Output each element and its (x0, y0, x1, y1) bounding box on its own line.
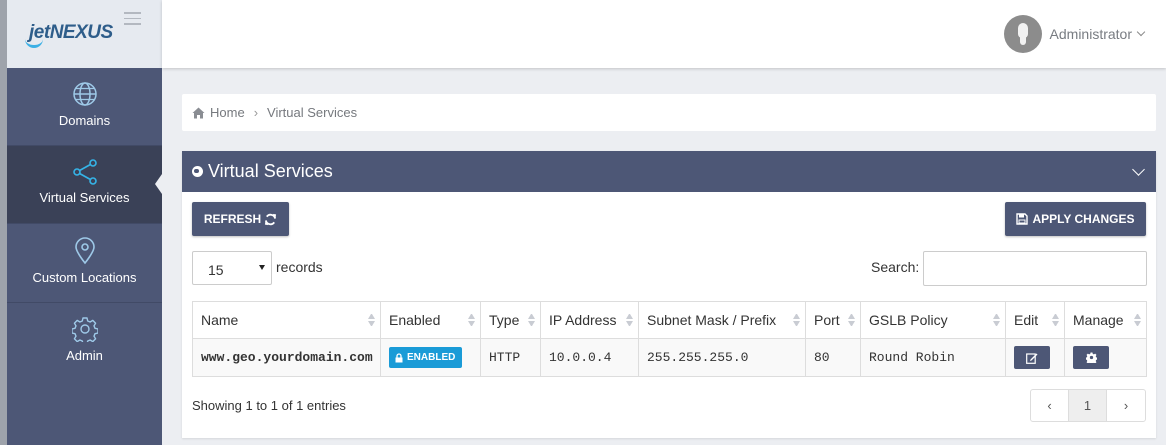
sidebar-item-admin[interactable]: Admin (7, 303, 162, 381)
apply-changes-button[interactable]: APPLY CHANGES (1005, 202, 1146, 236)
pagination-next-button[interactable]: › (1107, 390, 1145, 421)
cell-subnet: 255.255.255.0 (638, 338, 806, 377)
sidebar-item-domains[interactable]: Domains (7, 68, 162, 146)
cell-port: 80 (805, 338, 861, 377)
edit-button[interactable] (1014, 346, 1050, 369)
column-header-manage[interactable]: Manage (1064, 301, 1147, 339)
refresh-label: REFRESH (203, 212, 262, 226)
column-header-subnet[interactable]: Subnet Mask / Prefix (638, 301, 806, 339)
map-pin-icon (74, 237, 95, 265)
top-header: Administrator (162, 0, 1166, 68)
pagination-prev-button[interactable]: ‹ (1031, 390, 1069, 421)
avatar (1003, 15, 1042, 53)
chevron-down-icon (1136, 27, 1146, 37)
home-icon (192, 107, 205, 118)
sort-icon (626, 314, 633, 326)
column-header-type[interactable]: Type (480, 301, 541, 339)
search-label: Search: (871, 259, 920, 275)
lock-icon (395, 352, 403, 362)
logo-area: jetNEXUS (7, 0, 162, 68)
column-header-port[interactable]: Port (805, 301, 861, 339)
page-length-select[interactable]: 15 (192, 251, 272, 285)
sort-icon (1134, 314, 1141, 326)
breadcrumb-separator-icon: › (253, 105, 259, 120)
edit-icon (1026, 352, 1038, 364)
cell-name: www.geo.yourdomain.com (192, 338, 381, 377)
table-row: www.geo.yourdomain.com ENABLED HTTP 10.0… (192, 338, 1147, 377)
sort-icon (1052, 314, 1059, 326)
sidebar-item-label: Custom Locations (32, 270, 137, 285)
table-info: Showing 1 to 1 of 1 entries (192, 398, 346, 413)
cell-type: HTTP (480, 338, 541, 377)
sort-icon (468, 314, 475, 326)
page-length-value: 15 (208, 262, 224, 278)
panel-header: Virtual Services (182, 151, 1156, 192)
apply-changes-label: APPLY CHANGES (1032, 212, 1135, 226)
sort-icon (993, 314, 1000, 326)
panel-title: Virtual Services (208, 161, 333, 181)
column-header-edit[interactable]: Edit (1005, 301, 1065, 339)
save-icon (1016, 213, 1029, 225)
collapse-chevron-icon[interactable] (1132, 163, 1145, 176)
refresh-icon (265, 213, 277, 225)
menu-toggle-icon[interactable] (124, 12, 141, 29)
enabled-badge[interactable]: ENABLED (389, 347, 463, 368)
table-header-row: Name Enabled Type IP Address Subnet Mask… (192, 301, 1147, 339)
records-label: records (276, 259, 323, 275)
sort-icon (793, 314, 800, 326)
logo-swoosh (25, 38, 43, 48)
pagination-page-button[interactable]: 1 (1069, 390, 1107, 421)
virtual-services-table: Name Enabled Type IP Address Subnet Mask… (192, 301, 1147, 377)
sidebar-item-label: Admin (66, 348, 103, 363)
column-header-ip-address[interactable]: IP Address (540, 301, 639, 339)
user-name: Administrator (1049, 26, 1132, 42)
globe-icon (72, 82, 97, 106)
refresh-button[interactable]: REFRESH (192, 202, 289, 236)
cell-manage (1064, 338, 1147, 377)
globe-icon (192, 166, 203, 177)
breadcrumb: Home › Virtual Services (182, 94, 1156, 131)
search-input[interactable] (923, 251, 1147, 286)
enabled-label: ENABLED (407, 352, 456, 363)
cell-gslb-policy: Round Robin (860, 338, 1006, 377)
gear-icon (71, 317, 98, 342)
sidebar: Domains Virtual Services Custom Location… (7, 68, 162, 445)
user-menu[interactable]: Administrator (1003, 15, 1146, 53)
cell-edit (1005, 338, 1065, 377)
virtual-services-panel: Virtual Services REFRESH APPLY CHANGES 1… (182, 151, 1156, 438)
manage-button[interactable] (1073, 346, 1109, 369)
sidebar-item-virtual-services[interactable]: Virtual Services (7, 146, 162, 224)
breadcrumb-home[interactable]: Home (210, 105, 245, 120)
sidebar-item-custom-locations[interactable]: Custom Locations (7, 224, 162, 303)
column-header-enabled[interactable]: Enabled (380, 301, 481, 339)
gear-icon (1085, 352, 1097, 363)
sidebar-item-label: Virtual Services (39, 190, 130, 205)
breadcrumb-current: Virtual Services (267, 105, 358, 120)
sidebar-item-label: Domains (58, 113, 111, 128)
sort-icon (528, 314, 535, 326)
cell-ip-address: 10.0.0.4 (540, 338, 639, 377)
dropdown-arrow-icon (259, 265, 265, 270)
column-header-name[interactable]: Name (192, 301, 381, 339)
column-header-gslb-policy[interactable]: GSLB Policy (860, 301, 1006, 339)
share-icon (72, 159, 97, 185)
sort-icon (848, 314, 855, 326)
sort-icon (368, 314, 375, 326)
cell-enabled: ENABLED (380, 338, 481, 377)
window-edge-strip (0, 0, 7, 445)
pagination: ‹ 1 › (1030, 389, 1146, 422)
